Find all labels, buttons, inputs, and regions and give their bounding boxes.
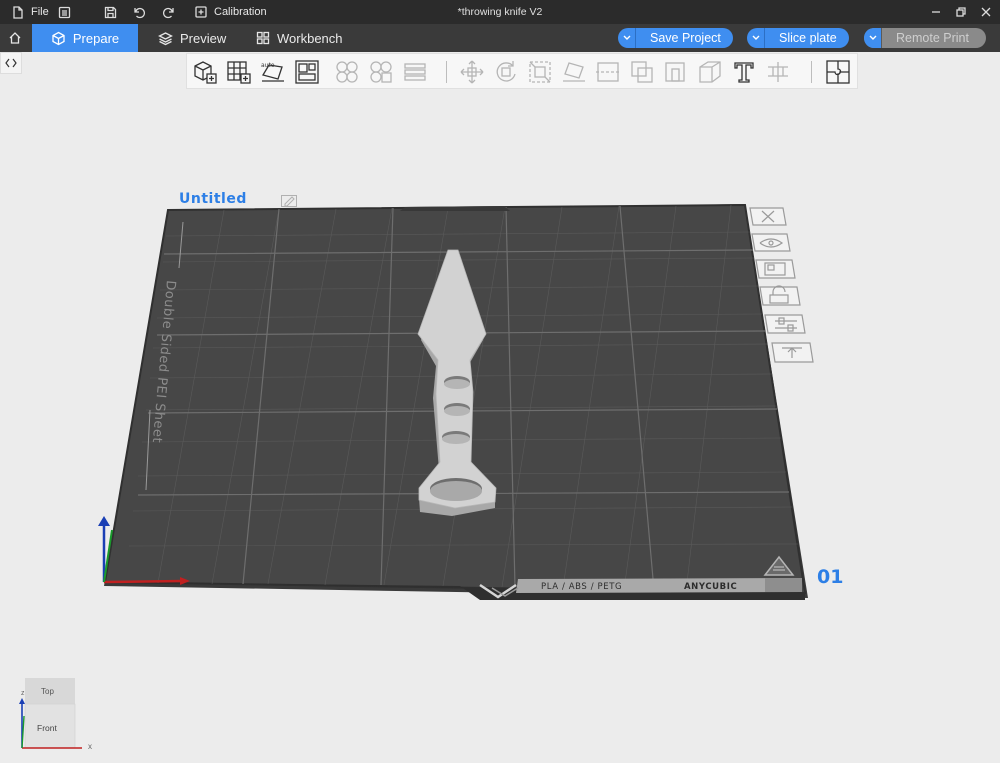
plate-settings-icon[interactable] [764,314,806,334]
brand-label: ANYCUBIC [684,582,737,592]
edit-plate-name-icon[interactable] [281,194,297,207]
close-plate-icon[interactable] [749,207,787,226]
move-plate-icon[interactable] [771,342,814,363]
nav-cube-x-axis-label: x [88,742,92,751]
arrange-plate-icon[interactable] [755,259,796,279]
nav-cube-top-label: Top [41,687,54,696]
build-plate-scene: Double Sided PEI Sheet PLA / ABS / PETG … [19,203,814,749]
plate-number: 01 [817,566,844,588]
plate-visibility-icon[interactable] [751,233,791,252]
material-label: PLA / ABS / PETG [541,582,622,592]
nav-cube-front-label: Front [37,723,57,733]
nav-cube-z-axis-label: z [21,690,25,697]
plate-name[interactable]: Untitled [179,191,247,207]
lock-plate-icon[interactable] [759,285,801,306]
